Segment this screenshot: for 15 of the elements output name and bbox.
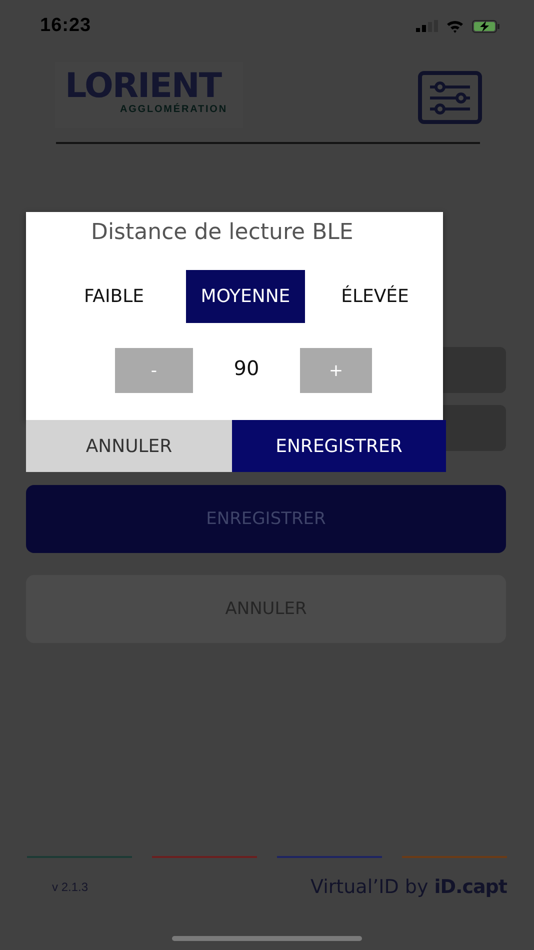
distance-value: 90 bbox=[232, 356, 260, 380]
option-button[interactable]: MOYENNE bbox=[186, 270, 305, 323]
save-button[interactable]: ENREGISTRER bbox=[232, 420, 446, 472]
home-indicator[interactable] bbox=[172, 936, 362, 941]
wifi-icon bbox=[446, 20, 464, 32]
settings-icon bbox=[427, 78, 473, 116]
battery-icon bbox=[472, 20, 500, 32]
cancel-button[interactable]: ANNULER bbox=[26, 420, 232, 472]
clock-time: 16:23 bbox=[40, 15, 92, 37]
option-button[interactable]: FAIBLE bbox=[74, 270, 154, 323]
logo-subtitle: AGGLOMÉRATION bbox=[120, 104, 228, 116]
signal-icon bbox=[416, 20, 438, 32]
dialog-title: Distance de lecture BLE bbox=[90, 219, 354, 247]
settings-button[interactable] bbox=[418, 71, 482, 124]
option-button[interactable]: ÉLEVÉE bbox=[327, 270, 423, 323]
